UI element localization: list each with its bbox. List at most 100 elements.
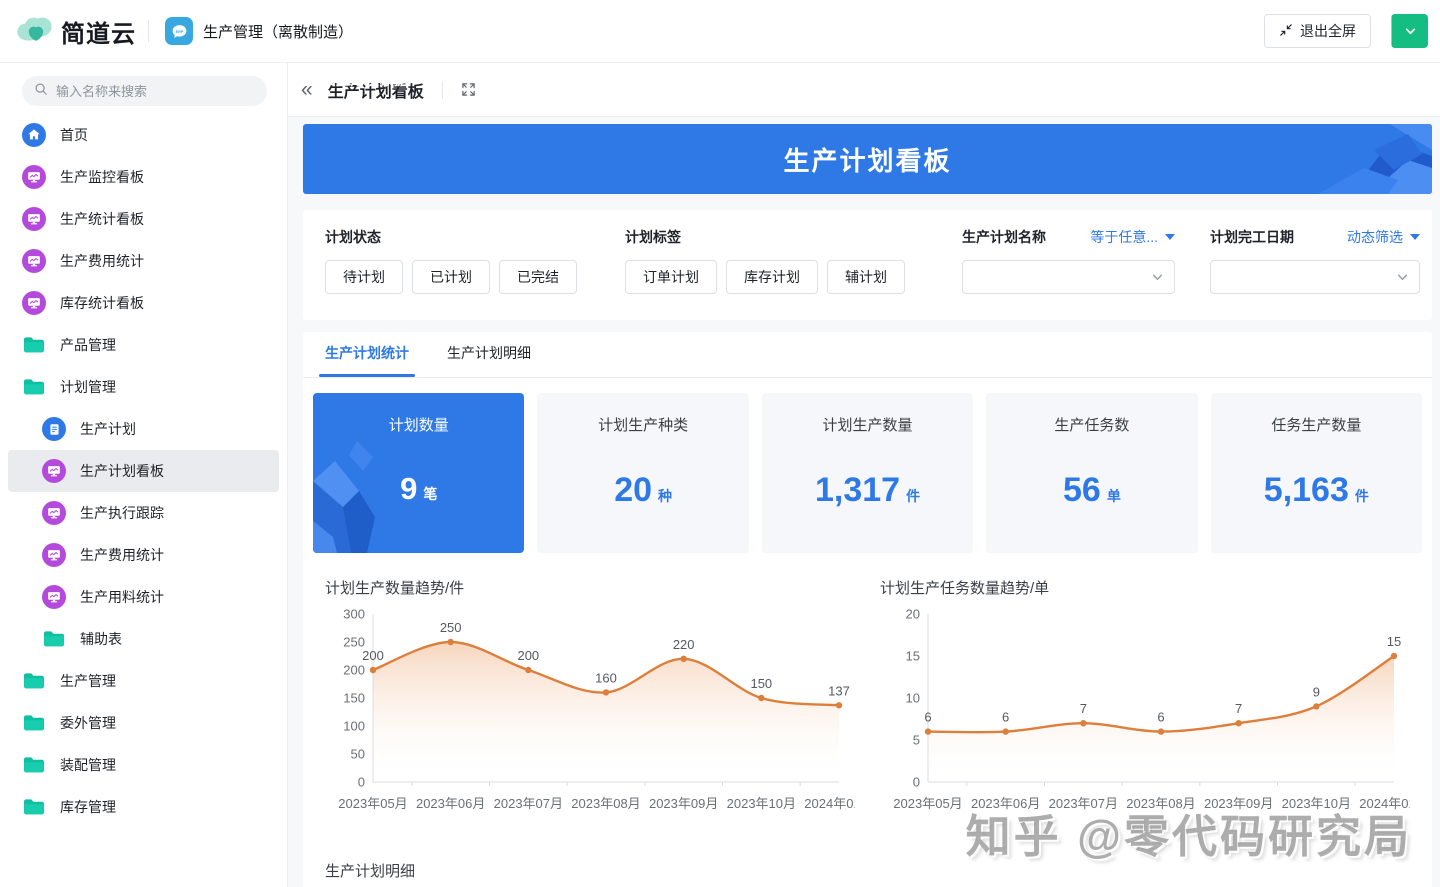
finish-date-operator-link[interactable]: 动态筛选: [1347, 227, 1420, 247]
dashboard-monitor-icon: [42, 585, 66, 609]
svg-text:5: 5: [913, 733, 920, 748]
svg-text:200: 200: [362, 648, 384, 663]
stat-label: 任务生产数量: [1271, 414, 1361, 435]
toolbar-separator: [442, 81, 443, 99]
folder-icon: [22, 756, 46, 774]
jiandaoyun-logo[interactable]: 简道云: [16, 13, 136, 49]
sidebar-item-home[interactable]: 首页: [8, 114, 279, 156]
status-option-chip[interactable]: 已完结: [499, 260, 577, 294]
plan-name-operator-link[interactable]: 等于任意...: [1090, 227, 1175, 247]
svg-text:150: 150: [343, 691, 365, 706]
svg-text:2023年07月: 2023年07月: [494, 796, 563, 811]
sidebar-item-plan-management[interactable]: 计划管理: [8, 366, 279, 408]
svg-text:50: 50: [351, 747, 365, 762]
svg-text:200: 200: [517, 648, 539, 663]
search-input[interactable]: [56, 84, 255, 99]
tag-option-chip[interactable]: 辅计划: [827, 260, 905, 294]
sidebar-item-production-execution-tracking[interactable]: 生产执行跟踪: [8, 492, 279, 534]
sidebar-item-production-cost-stats[interactable]: 生产费用统计: [8, 240, 279, 282]
header-divider: [148, 20, 149, 42]
sidebar-item-product-management[interactable]: 产品管理: [8, 324, 279, 366]
status-option-chip[interactable]: 待计划: [325, 260, 403, 294]
folder-icon: [42, 630, 66, 648]
sidebar-item-production-material-stats[interactable]: 生产用料统计: [8, 576, 279, 618]
svg-text:200: 200: [343, 663, 365, 678]
dashboard-monitor-icon: [42, 501, 66, 525]
folder-icon: [22, 798, 46, 816]
status-option-chip[interactable]: 已计划: [412, 260, 490, 294]
chevron-down-icon: [1151, 271, 1164, 284]
sidebar-item-label: 生产费用统计: [60, 251, 144, 271]
svg-text:300: 300: [343, 607, 365, 622]
sidebar-item-inventory-management[interactable]: 库存管理: [8, 786, 279, 828]
stat-card-decor-graphic: [313, 423, 413, 553]
svg-text:250: 250: [440, 620, 462, 635]
sidebar-item-production-plan[interactable]: 生产计划: [8, 408, 279, 450]
dashboard-monitor-icon: [42, 459, 66, 483]
home-icon: [22, 123, 46, 147]
stat-card-4[interactable]: 任务生产数量5,163件: [1211, 393, 1422, 553]
sidebar-item-label: 产品管理: [60, 335, 116, 355]
install-app-data-button[interactable]: 安装应用及数据: [1391, 14, 1428, 48]
tab-plan-stats[interactable]: 生产计划统计: [325, 343, 409, 377]
sidebar-item-production-cost-stats-sub[interactable]: 生产费用统计: [8, 534, 279, 576]
svg-text:9: 9: [1313, 684, 1320, 699]
sidebar-item-label: 生产监控看板: [60, 167, 144, 187]
svg-text:15: 15: [906, 649, 920, 664]
sidebar-item-label: 首页: [60, 125, 88, 145]
dashboard-monitor-icon: [22, 165, 46, 189]
finish-date-select[interactable]: [1210, 260, 1420, 294]
stat-card-0[interactable]: 计划数量9笔: [313, 393, 524, 553]
filter-plan-name-label: 生产计划名称: [962, 227, 1046, 247]
sidebar-item-production-management[interactable]: 生产管理: [8, 660, 279, 702]
main-area: « 生产计划看板 生产计划看板: [288, 63, 1440, 887]
stat-card-2[interactable]: 计划生产数量1,317件: [762, 393, 973, 553]
logo-text: 简道云: [61, 14, 136, 49]
svg-text:15: 15: [1387, 634, 1401, 649]
filter-tag-label: 计划标签: [625, 227, 905, 247]
sidebar-item-assembly-management[interactable]: 装配管理: [8, 744, 279, 786]
filter-group-tag: 计划标签 订单计划库存计划辅计划: [625, 227, 905, 294]
tag-option-chip[interactable]: 库存计划: [726, 260, 818, 294]
dashboard-banner: 生产计划看板: [303, 124, 1432, 194]
stat-value: 5,163: [1264, 471, 1349, 510]
exit-fullscreen-button[interactable]: 退出全屏: [1264, 14, 1371, 48]
sidebar-item-label: 装配管理: [60, 755, 116, 775]
sidebar-item-production-monitor-board[interactable]: 生产监控看板: [8, 156, 279, 198]
stat-card-1[interactable]: 计划生产种类20种: [537, 393, 748, 553]
stat-value: 1,317: [815, 471, 900, 510]
plan-name-select[interactable]: [962, 260, 1175, 294]
logo-cloud-heart-icon: [16, 13, 54, 49]
sidebar-item-label: 生产统计看板: [60, 209, 144, 229]
stat-card-3[interactable]: 生产任务数56单: [986, 393, 1197, 553]
filter-group-finish-date: 计划完工日期 动态筛选: [1210, 227, 1420, 294]
sidebar-item-label: 生产执行跟踪: [80, 503, 164, 523]
install-dropdown-chevron[interactable]: [1392, 14, 1428, 48]
sidebar-item-inventory-stats-board[interactable]: 库存统计看板: [8, 282, 279, 324]
svg-text:2023年10月: 2023年10月: [727, 796, 796, 811]
app-name: 生产管理（离散制造）: [203, 21, 353, 42]
tag-option-chip[interactable]: 订单计划: [625, 260, 717, 294]
filter-finish-date-label: 计划完工日期: [1210, 227, 1294, 247]
svg-text:6: 6: [1002, 710, 1009, 725]
fullscreen-icon[interactable]: [461, 82, 476, 97]
svg-text:220: 220: [673, 637, 695, 652]
header-right: 退出全屏 安装应用及数据: [1264, 14, 1440, 48]
stat-value: 9: [400, 471, 417, 507]
sidebar-search[interactable]: [22, 76, 267, 106]
svg-text:20: 20: [906, 607, 920, 622]
sidebar-item-production-plan-board[interactable]: 生产计划看板: [8, 450, 279, 492]
sidebar-item-outsourcing-management[interactable]: 委外管理: [8, 702, 279, 744]
folder-icon: [22, 378, 46, 396]
tab-plan-detail[interactable]: 生产计划明细: [447, 343, 531, 377]
stat-unit: 件: [906, 486, 920, 506]
sidebar-item-auxiliary-tables[interactable]: 辅助表: [8, 618, 279, 660]
filter-group-status: 计划状态 待计划已计划已完结: [325, 227, 577, 294]
svg-text:0: 0: [913, 775, 920, 790]
sidebar-item-production-stats-board[interactable]: 生产统计看板: [8, 198, 279, 240]
top-header: 简道云 ERP 生产管理（离散制造） 退出全屏 安装应: [0, 0, 1440, 63]
svg-text:10: 10: [906, 691, 920, 706]
chart-plan-production-qty-trend: 计划生产数量趋势/件050100150200250300200250200160…: [325, 577, 855, 822]
svg-text:7: 7: [1080, 701, 1087, 716]
svg-text:6: 6: [1157, 710, 1164, 725]
